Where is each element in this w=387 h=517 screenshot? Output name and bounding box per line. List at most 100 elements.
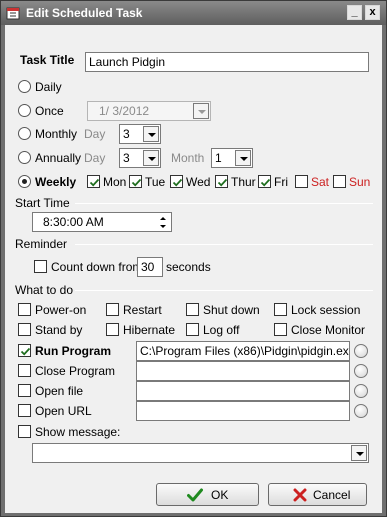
- cancel-button-label: Cancel: [313, 488, 351, 502]
- monthly-day-label: Day: [84, 127, 106, 141]
- day-tue-checkbox[interactable]: [129, 175, 142, 188]
- open-url-input[interactable]: [136, 401, 350, 421]
- power-on-label: Power-on: [35, 303, 87, 317]
- day-sun-checkbox[interactable]: [333, 175, 346, 188]
- day-sat-label: Sat: [311, 175, 330, 189]
- day-wed-label: Wed: [186, 175, 211, 189]
- chevron-down-icon[interactable]: [351, 445, 367, 461]
- window-title: Edit Scheduled Task: [26, 6, 143, 20]
- open-url-label: Open URL: [35, 404, 92, 418]
- day-mon-label: Mon: [103, 175, 127, 189]
- annually-month-select[interactable]: 1: [211, 148, 253, 168]
- close-program-checkbox[interactable]: [18, 364, 31, 377]
- check-icon: [131, 178, 142, 187]
- ok-button[interactable]: OK: [156, 483, 259, 506]
- browse-run-program-button[interactable]: [354, 344, 368, 358]
- reminder-section-label: Reminder: [15, 237, 68, 251]
- annually-month-label: Month: [171, 151, 205, 165]
- day-mon-checkbox[interactable]: [87, 175, 100, 188]
- restart-label: Restart: [123, 303, 162, 317]
- scheduler-app-icon: [6, 7, 20, 20]
- stand-by-label: Stand by: [35, 323, 83, 337]
- browse-close-program-button[interactable]: [354, 364, 368, 378]
- annually-day-label: Day: [84, 151, 106, 165]
- open-file-checkbox[interactable]: [18, 384, 31, 397]
- day-fri-label: Fri: [274, 175, 288, 189]
- weekly-label: Weekly: [35, 175, 77, 189]
- day-thur-label: Thur: [231, 175, 256, 189]
- minimize-button[interactable]: _: [347, 5, 362, 20]
- close-program-input[interactable]: [136, 361, 350, 381]
- daily-label: Daily: [35, 80, 62, 94]
- annually-label: Annually: [35, 151, 82, 165]
- daily-radio[interactable]: [18, 80, 31, 93]
- show-message-checkbox[interactable]: [18, 425, 31, 438]
- actions-section-label: What to do: [15, 283, 74, 297]
- power-on-checkbox[interactable]: [18, 303, 31, 316]
- browse-open-file-button[interactable]: [354, 384, 368, 398]
- countdown-unit-label: seconds: [166, 260, 211, 274]
- check-icon: [172, 178, 183, 187]
- annually-radio[interactable]: [18, 151, 31, 164]
- close-monitor-checkbox[interactable]: [274, 323, 287, 336]
- once-date-value: 1/ 3/2012: [99, 104, 150, 118]
- log-off-checkbox[interactable]: [186, 323, 199, 336]
- title-bar[interactable]: Edit Scheduled Task _ x: [1, 1, 386, 25]
- start-time-divider: [75, 203, 373, 204]
- check-icon: [217, 178, 228, 187]
- weekly-radio[interactable]: [18, 175, 31, 188]
- day-fri-checkbox[interactable]: [258, 175, 271, 188]
- countdown-label: Count down from: [51, 260, 143, 274]
- spin-down-icon[interactable]: [156, 222, 170, 231]
- show-message-select[interactable]: [32, 443, 369, 463]
- annually-day-value: 3: [123, 151, 130, 165]
- once-radio[interactable]: [18, 104, 31, 117]
- cancel-button[interactable]: Cancel: [268, 483, 367, 506]
- countdown-seconds-input[interactable]: 30: [137, 257, 163, 277]
- edit-task-window: Edit Scheduled Task _ x Task Title Launc…: [0, 0, 387, 517]
- browse-open-url-button[interactable]: [354, 404, 368, 418]
- monthly-day-value: 3: [123, 127, 130, 141]
- monthly-radio[interactable]: [18, 127, 31, 140]
- ok-check-icon: [187, 488, 203, 502]
- once-date-picker[interactable]: 1/ 3/2012: [87, 101, 211, 121]
- shutdown-label: Shut down: [203, 303, 260, 317]
- hibernate-label: Hibernate: [123, 323, 176, 337]
- lock-session-checkbox[interactable]: [274, 303, 287, 316]
- stand-by-checkbox[interactable]: [18, 323, 31, 336]
- close-monitor-label: Close Monitor: [291, 323, 366, 337]
- close-icon: x: [369, 6, 376, 18]
- open-url-checkbox[interactable]: [18, 404, 31, 417]
- minimize-icon: _: [351, 6, 358, 18]
- open-file-label: Open file: [35, 384, 84, 398]
- restart-checkbox[interactable]: [106, 303, 119, 316]
- run-program-checkbox[interactable]: [18, 344, 31, 357]
- start-time-input[interactable]: 8:30:00 AM: [32, 212, 172, 232]
- chevron-down-icon[interactable]: [193, 103, 209, 119]
- dialog-body: Task Title Launch Pidgin Daily Once 1/ 3…: [5, 25, 382, 513]
- chevron-down-icon[interactable]: [143, 126, 159, 142]
- monthly-label: Monthly: [35, 127, 78, 141]
- reminder-divider: [75, 244, 373, 245]
- log-off-label: Log off: [203, 323, 240, 337]
- start-time-value: 8:30:00 AM: [43, 215, 104, 229]
- countdown-checkbox[interactable]: [34, 260, 47, 273]
- day-wed-checkbox[interactable]: [170, 175, 183, 188]
- open-file-input[interactable]: [136, 381, 350, 401]
- task-title-input[interactable]: Launch Pidgin: [85, 52, 369, 72]
- close-button[interactable]: x: [365, 5, 380, 20]
- day-sat-checkbox[interactable]: [295, 175, 308, 188]
- annually-month-value: 1: [215, 151, 222, 165]
- hibernate-checkbox[interactable]: [106, 323, 119, 336]
- monthly-day-select[interactable]: 3: [119, 124, 161, 144]
- chevron-down-icon[interactable]: [235, 150, 251, 166]
- day-sun-label: Sun: [349, 175, 371, 189]
- start-time-section-label: Start Time: [15, 196, 70, 210]
- shutdown-checkbox[interactable]: [186, 303, 199, 316]
- show-message-label: Show message:: [35, 425, 121, 439]
- check-icon: [89, 178, 100, 187]
- chevron-down-icon[interactable]: [143, 150, 159, 166]
- day-thur-checkbox[interactable]: [215, 175, 228, 188]
- run-program-path-input[interactable]: C:\Program Files (x86)\Pidgin\pidgin.exe: [136, 341, 350, 361]
- annually-day-select[interactable]: 3: [119, 148, 161, 168]
